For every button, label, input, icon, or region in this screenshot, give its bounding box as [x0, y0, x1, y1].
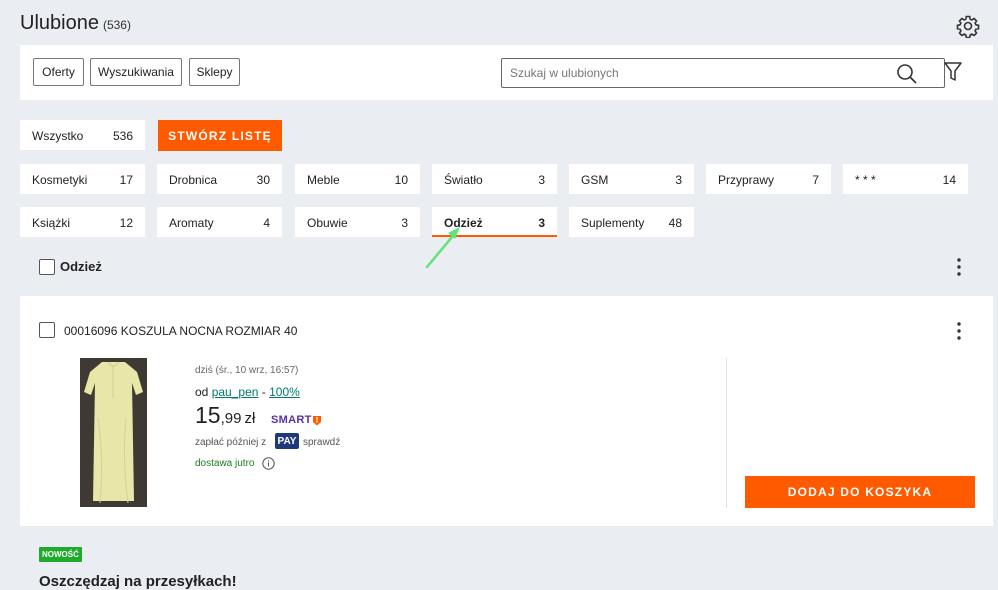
product-image[interactable] [80, 358, 147, 507]
list-item-count: 48 [668, 216, 682, 230]
smart-badge-icon [313, 416, 321, 426]
tab-searches[interactable]: Wyszukiwania [90, 58, 182, 86]
tab-shops[interactable]: Sklepy [189, 58, 240, 86]
list-item-stars[interactable]: * * * 14 [843, 164, 968, 194]
list-item-label: Drobnica [169, 173, 218, 187]
section-title: Odzież [60, 259, 102, 274]
search-input[interactable] [508, 65, 892, 81]
list-item-label: Światło [444, 173, 483, 187]
list-item-label: Meble [307, 173, 340, 187]
gear-icon[interactable] [956, 14, 980, 38]
page-title-text: Ulubione [20, 12, 99, 34]
pay-badge: PAY [275, 433, 299, 449]
list-item-count: 7 [812, 173, 819, 187]
promo-heading: Oszczędzaj na przesyłkach! [39, 573, 237, 590]
list-all[interactable]: Wszystko 536 [20, 120, 145, 150]
list-item-kosmetyki[interactable]: Kosmetyki 17 [20, 164, 145, 194]
filter-icon[interactable] [943, 61, 963, 83]
list-item-count: 30 [256, 173, 270, 187]
section-more-icon[interactable] [952, 257, 966, 277]
list-item-label: * * * [855, 173, 876, 187]
list-item-count: 14 [942, 173, 956, 187]
price-integer: 15 [195, 402, 221, 428]
seller-separator: - [261, 385, 266, 399]
list-item-suplementy[interactable]: Suplementy 48 [569, 207, 694, 237]
add-to-cart-button[interactable]: DODAJ DO KOSZYKA [745, 476, 975, 508]
list-item-label: Przyprawy [718, 173, 775, 187]
list-item-przyprawy[interactable]: Przyprawy 7 [706, 164, 831, 194]
favorites-count: (536) [102, 18, 131, 32]
list-item-count: 3 [401, 216, 408, 230]
list-item-count: 4 [263, 216, 270, 230]
tab-offers[interactable]: Oferty [33, 58, 84, 86]
search-box [501, 58, 945, 88]
list-item-label: Obuwie [307, 216, 348, 230]
delivery-info: dostawa jutro [195, 458, 255, 469]
list-item-count: 3 [538, 216, 545, 230]
list-all-count: 536 [112, 129, 133, 143]
list-item-gsm[interactable]: GSM 3 [569, 164, 694, 194]
price-decimal: ,99 [220, 410, 242, 427]
product-price: 15,99 zł [195, 402, 255, 429]
product-card: 00016096 KOSZULA NOCNA ROZMIAR 40 dziś (… [20, 296, 993, 526]
list-item-obuwie[interactable]: Obuwie 3 [295, 207, 420, 237]
list-item-aromaty[interactable]: Aromaty 4 [157, 207, 282, 237]
list-item-label: GSM [581, 173, 609, 187]
price-currency: zł [244, 410, 256, 427]
list-item-drobnica[interactable]: Drobnica 30 [157, 164, 282, 194]
select-all-checkbox[interactable] [39, 259, 55, 275]
list-item-ksiazki[interactable]: Książki 12 [20, 207, 145, 237]
list-item-count: 12 [119, 216, 133, 230]
new-badge: NOWOŚĆ [39, 547, 82, 562]
check-link[interactable]: sprawdź [303, 437, 340, 448]
offer-date: dziś (śr., 10 wrz, 16:57) [195, 365, 299, 376]
list-item-swiatlo[interactable]: Światło 3 [432, 164, 557, 194]
toolbar: Oferty Wyszukiwania Sklepy [20, 45, 993, 100]
seller-prefix: od [195, 385, 209, 399]
list-item-label: Suplementy [581, 216, 645, 230]
list-item-count: 3 [538, 173, 545, 187]
smart-label: SMART [271, 414, 312, 426]
annotation-arrow-icon [425, 227, 460, 269]
page-title: Ulubione (536) [20, 12, 131, 35]
seller-link[interactable]: pau_pen [212, 385, 259, 399]
list-item-count: 3 [675, 173, 682, 187]
list-item-count: 17 [119, 173, 133, 187]
card-divider [726, 358, 727, 508]
pay-later-text: zapłać później z [195, 437, 267, 448]
info-icon[interactable] [262, 457, 275, 470]
product-title[interactable]: 00016096 KOSZULA NOCNA ROZMIAR 40 [64, 324, 297, 338]
product-more-icon[interactable] [952, 321, 966, 341]
list-item-label: Aromaty [169, 216, 214, 230]
search-icon[interactable] [896, 63, 918, 85]
list-item-count: 10 [394, 173, 408, 187]
list-item-label: Kosmetyki [32, 173, 88, 187]
seller-rating-link[interactable]: 100% [269, 385, 300, 399]
list-item-label: Książki [32, 216, 71, 230]
product-checkbox[interactable] [39, 322, 55, 338]
create-list-button[interactable]: STWÓRZ LISTĘ [158, 120, 282, 151]
list-all-label: Wszystko [32, 129, 84, 143]
list-item-meble[interactable]: Meble 10 [295, 164, 420, 194]
seller-line: od pau_pen - 100% [195, 385, 300, 399]
